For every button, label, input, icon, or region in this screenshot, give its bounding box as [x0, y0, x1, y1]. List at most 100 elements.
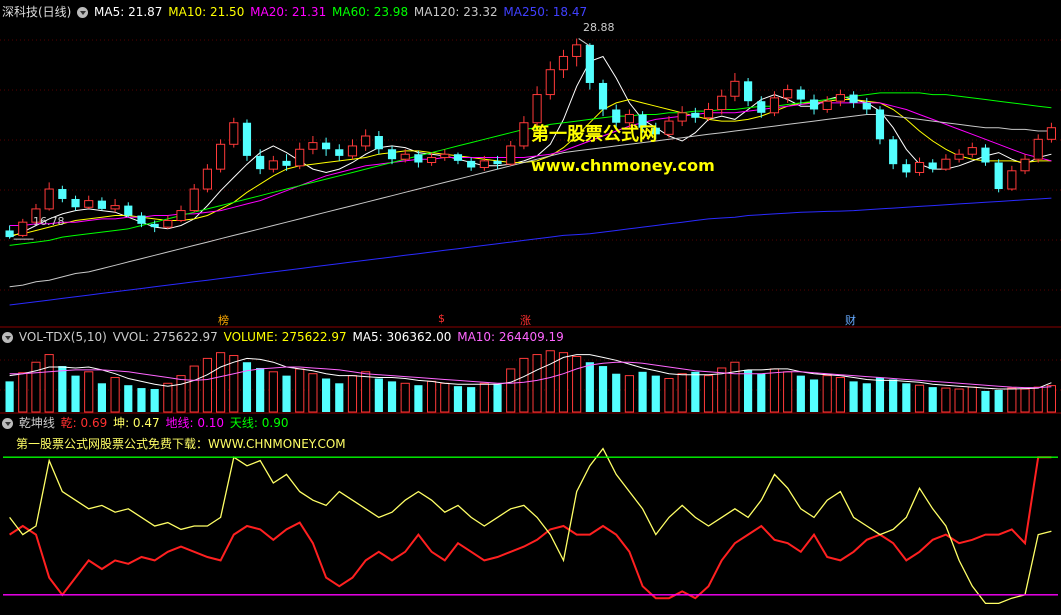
- volume-bar: [361, 371, 371, 413]
- candle: [479, 160, 489, 168]
- volume-bar: [335, 383, 344, 412]
- volume-bar: [124, 385, 133, 412]
- ma-line-ma250: [9, 197, 1052, 306]
- candle: [44, 188, 54, 210]
- legend-ma250: MA250: 18.47: [503, 5, 588, 19]
- dropdown-icon[interactable]: [2, 332, 13, 343]
- volume-bar: [928, 387, 937, 412]
- candle: [1020, 158, 1030, 172]
- candle: [453, 154, 463, 161]
- candle: [994, 162, 1003, 190]
- volume-bar: [202, 357, 212, 413]
- watermark-title: 第一股票公式网: [531, 124, 657, 145]
- ind-tianxian: 天线: 0.90: [229, 416, 289, 430]
- candle: [809, 99, 819, 110]
- volume-bar: [572, 355, 582, 413]
- candle: [124, 205, 133, 216]
- indicator-note: 第一股票公式网股票公式免费下载：WWW.CHNMONEY.COM: [16, 437, 346, 451]
- vol-ma10: MA10: 264409.19: [457, 330, 564, 344]
- volume-bar: [664, 378, 674, 413]
- candle: [822, 100, 832, 110]
- legend-ma60: MA60: 23.98: [332, 5, 409, 19]
- kun-line: [9, 447, 1052, 605]
- volume-bar: [981, 390, 990, 412]
- volume-bar: [5, 381, 14, 412]
- volume-bar: [229, 355, 239, 413]
- candle: [176, 210, 186, 222]
- volume-bar: [730, 361, 740, 413]
- volume-bar: [1020, 388, 1030, 413]
- volume-bar: [84, 371, 94, 413]
- candle: [1033, 138, 1043, 160]
- candle: [967, 147, 977, 155]
- volume-bar: [677, 373, 687, 413]
- watermark-url: www.chnmoney.com: [531, 156, 715, 175]
- event-marker-bang[interactable]: 榜: [218, 312, 229, 328]
- volume-bar: [18, 372, 28, 413]
- candle: [110, 205, 120, 210]
- event-marker-cai[interactable]: 财: [845, 312, 856, 328]
- ind-title: 乾坤线: [18, 416, 55, 430]
- candle: [256, 155, 265, 170]
- candle: [598, 82, 608, 110]
- volume-bar: [467, 387, 476, 412]
- main-legend: 深科技(日线) MA5: 21.87 MA10: 21.50 MA20: 21.…: [2, 4, 589, 20]
- candle: [1046, 127, 1056, 140]
- candle: [322, 142, 331, 150]
- candle: [427, 157, 437, 164]
- candle: [572, 44, 582, 57]
- candle: [84, 200, 94, 208]
- legend-ma10: MA10: 21.50: [168, 5, 245, 19]
- candle: [902, 164, 911, 173]
- stock-title[interactable]: 深科技(日线): [2, 5, 71, 19]
- candle: [163, 220, 173, 228]
- candle: [400, 153, 410, 160]
- volume-bar: [651, 375, 660, 412]
- volume-bar: [624, 375, 634, 413]
- dropdown-icon[interactable]: [2, 418, 13, 429]
- candle: [242, 122, 252, 156]
- chart-canvas: [0, 38, 1061, 605]
- volume-bar: [110, 377, 120, 413]
- candle: [717, 95, 727, 110]
- candle: [585, 44, 594, 83]
- volume-bar: [216, 352, 226, 413]
- candle: [374, 136, 383, 150]
- low-price-label: 16.78: [33, 215, 65, 228]
- candle: [703, 108, 714, 119]
- candle: [519, 122, 529, 147]
- volume-bar: [532, 354, 542, 413]
- candle: [335, 149, 344, 156]
- volume-bar: [612, 373, 621, 412]
- volume-bar: [1046, 385, 1056, 413]
- volume-bar: [598, 366, 608, 412]
- volume-bar: [137, 388, 146, 412]
- volume-bar: [796, 375, 805, 412]
- candle: [928, 162, 937, 170]
- volume-bar: [440, 382, 450, 413]
- volume-bar: [769, 368, 780, 413]
- ind-dixian: 地线: 0.10: [165, 416, 225, 430]
- legend-ma120: MA120: 23.32: [413, 5, 498, 19]
- candle: [849, 94, 858, 103]
- candle: [467, 160, 476, 168]
- candle: [493, 160, 502, 165]
- event-marker-zhang[interactable]: 涨: [520, 312, 531, 328]
- dropdown-icon[interactable]: [77, 7, 89, 18]
- candle: [71, 198, 80, 208]
- volume-bar: [744, 369, 753, 412]
- candle: [202, 168, 212, 190]
- vol-volume: VOLUME: 275622.97: [223, 330, 347, 344]
- candle: [189, 188, 199, 212]
- candle: [150, 223, 159, 228]
- event-marker-dollar[interactable]: $: [438, 312, 445, 325]
- volume-bar: [691, 371, 700, 412]
- volume-bar: [914, 384, 925, 413]
- volume-bar: [479, 382, 489, 413]
- volume-bar: [1007, 387, 1017, 413]
- volume-bar: [519, 357, 529, 413]
- candle: [361, 135, 371, 147]
- ind-kun: 坤: 0.47: [113, 416, 160, 430]
- volume-bar: [703, 375, 714, 413]
- candle: [295, 148, 305, 167]
